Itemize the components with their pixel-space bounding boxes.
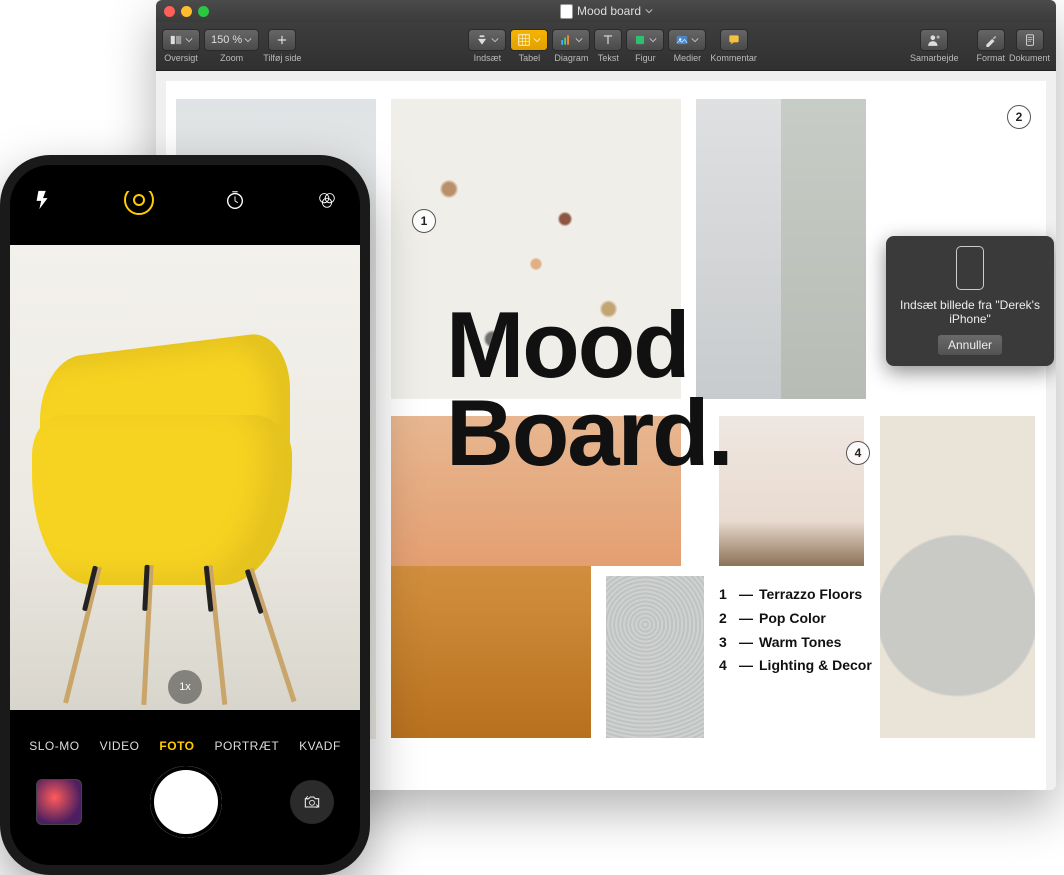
format-label: Format [976, 53, 1005, 63]
legend-row: 2—Pop Color [719, 607, 872, 631]
switch-camera-button[interactable] [290, 780, 334, 824]
media-button[interactable] [668, 29, 706, 51]
camera-controls [10, 757, 360, 847]
mode-square[interactable]: KVADF [299, 739, 341, 753]
viewfinder[interactable]: 1x [10, 245, 360, 710]
annotation-1: 1 [412, 209, 436, 233]
chevron-down-icon [645, 7, 653, 15]
window-title: Mood board [209, 4, 1004, 19]
mode-slomo[interactable]: SLO-MO [29, 739, 79, 753]
text-button[interactable] [594, 29, 622, 51]
cancel-button[interactable]: Annuller [937, 334, 1003, 356]
camera-app: 1x SLO-MO VIDEO FOTO PORTRÆT KVADF [10, 165, 360, 865]
zoom-level[interactable]: 1x [168, 670, 202, 704]
comment-label: Kommentar [710, 53, 757, 63]
titlebar: Mood board [156, 0, 1056, 22]
annotation-4: 4 [846, 441, 870, 465]
collaborate-label: Samarbejde [910, 53, 959, 63]
heading-line2: Board. [446, 380, 732, 485]
minimize-window-button[interactable] [181, 6, 192, 17]
filters-icon[interactable] [316, 189, 338, 211]
mode-portrait[interactable]: PORTRÆT [215, 739, 280, 753]
zoom-dropdown[interactable]: 150 % [204, 29, 259, 51]
chart-label: Diagram [554, 53, 588, 63]
table-label: Tabel [519, 53, 541, 63]
text-label: Tekst [598, 53, 619, 63]
document-icon [560, 4, 573, 19]
comment-button[interactable] [720, 29, 748, 51]
timer-icon[interactable] [224, 189, 246, 211]
popover-text: Indsæt billede fra "Derek's iPhone" [896, 298, 1044, 326]
insert-label: Indsæt [474, 53, 502, 63]
chart-button[interactable] [552, 29, 590, 51]
media-label: Medier [674, 53, 702, 63]
add-page-label: Tilføj side [263, 53, 301, 63]
image-mirror[interactable] [880, 416, 1035, 738]
view-label: Oversigt [164, 53, 198, 63]
legend[interactable]: 1—Terrazzo Floors 2—Pop Color 3—Warm Ton… [719, 583, 872, 678]
document-label: Dokument [1009, 53, 1050, 63]
flash-icon[interactable] [32, 189, 54, 211]
image-fur[interactable] [606, 576, 704, 738]
zoom-window-button[interactable] [198, 6, 209, 17]
insert-button[interactable] [468, 29, 506, 51]
chair-seat [32, 415, 292, 585]
annotation-2: 2 [1007, 105, 1031, 129]
document-heading[interactable]: Mood Board. [446, 301, 732, 478]
close-window-button[interactable] [164, 6, 175, 17]
mode-foto[interactable]: FOTO [159, 739, 194, 753]
camera-modes[interactable]: SLO-MO VIDEO FOTO PORTRÆT KVADF [10, 739, 360, 753]
format-button[interactable] [977, 29, 1005, 51]
view-button[interactable] [162, 29, 200, 51]
zoom-value: 150 % [211, 34, 242, 46]
document-button[interactable] [1016, 29, 1044, 51]
shape-button[interactable] [626, 29, 664, 51]
legend-row: 1—Terrazzo Floors [719, 583, 872, 607]
shape-label: Figur [635, 53, 656, 63]
window-controls [164, 6, 209, 17]
photo-library-thumbnail[interactable] [36, 779, 82, 825]
continuity-popover: Indsæt billede fra "Derek's iPhone" Annu… [886, 236, 1054, 366]
notch [100, 165, 270, 191]
iphone-device: 1x SLO-MO VIDEO FOTO PORTRÆT KVADF [0, 155, 370, 875]
mode-video[interactable]: VIDEO [100, 739, 140, 753]
legend-row: 4—Lighting & Decor [719, 654, 872, 678]
shutter-button[interactable] [150, 766, 222, 838]
zoom-label: Zoom [220, 53, 243, 63]
table-button[interactable] [510, 29, 548, 51]
window-title-text: Mood board [577, 4, 641, 18]
collaborate-button[interactable] [920, 29, 948, 51]
legend-row: 3—Warm Tones [719, 631, 872, 655]
iphone-icon [956, 246, 984, 290]
toolbar: Oversigt 150 % Zoom Tilføj side [156, 22, 1056, 71]
image-lamps[interactable] [719, 416, 864, 566]
add-page-button[interactable] [268, 29, 296, 51]
